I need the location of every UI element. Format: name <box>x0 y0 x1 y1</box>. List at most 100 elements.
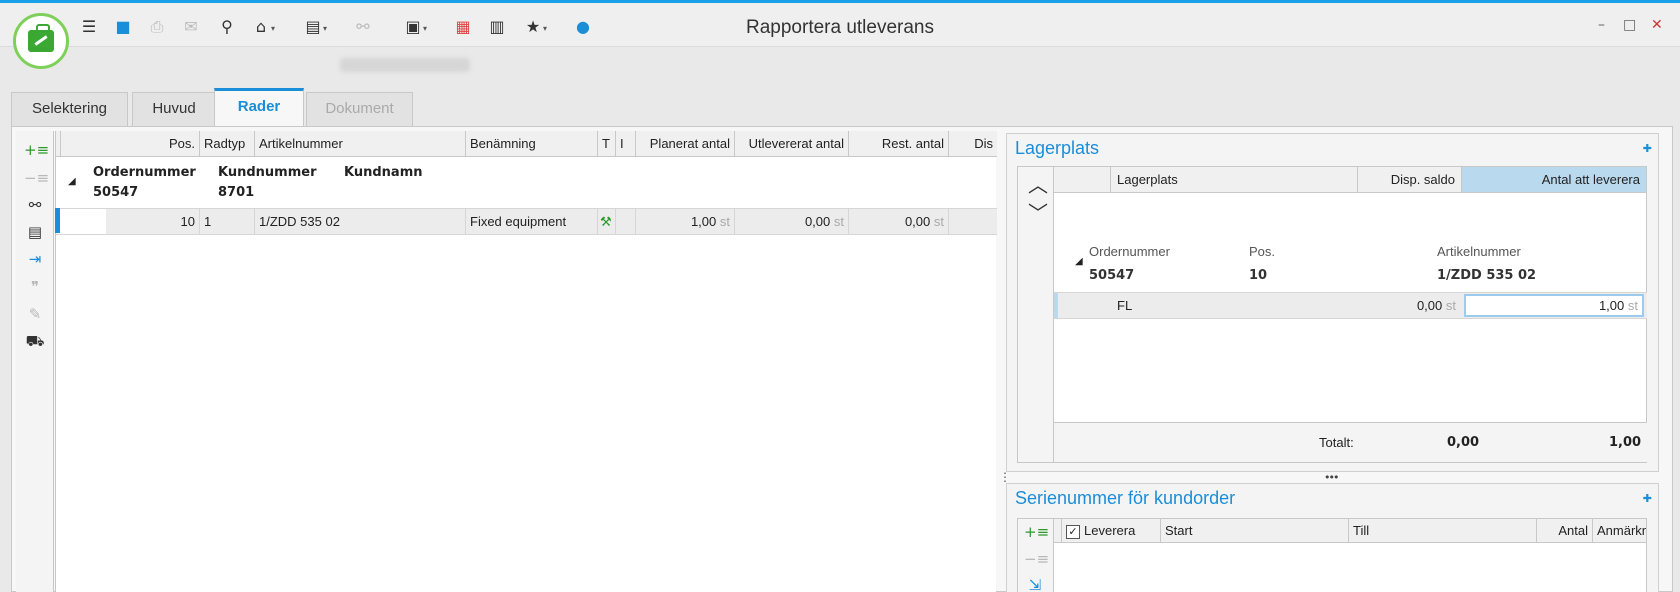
order-group-row[interactable]: ◢ Ordernummer 50547 Kundnummer 8701 Kund… <box>56 158 997 204</box>
quote-add-icon[interactable]: ❞ <box>24 276 46 298</box>
cell-utlevererat-antal[interactable]: 0,00 st <box>735 209 849 234</box>
antal-unit: st <box>1627 298 1638 313</box>
col-disp-saldo[interactable]: Disp. saldo <box>1358 167 1462 193</box>
lagerplats-totals: Totalt: 0,00 1,00 <box>1054 422 1647 462</box>
col-rest-antal[interactable]: Rest. antal <box>849 131 949 157</box>
planerat-value: 1,00 <box>690 214 717 229</box>
add-row-icon[interactable]: +≡ <box>24 139 49 161</box>
lg-ordernummer-value: 50547 <box>1089 268 1135 283</box>
tab-selektering[interactable]: Selektering <box>11 92 128 126</box>
lg-artikelnummer-label: Artikelnummer <box>1437 244 1521 259</box>
collapse-triangle-icon[interactable]: ◢ <box>68 176 76 187</box>
col-utlevererat-antal[interactable]: Utlevererat antal <box>735 131 849 157</box>
edit-pen-icon[interactable]: ✎ <box>24 303 46 325</box>
cell-artikelnummer[interactable]: 1/ZDD 535 02 <box>255 209 466 234</box>
disp-saldo-value: 0,00 <box>1416 298 1443 313</box>
pin-icon[interactable]: ✚ <box>1643 142 1652 155</box>
col-antal-att-leverera[interactable]: Antal att leverera <box>1462 167 1646 193</box>
equipment-icon[interactable]: ⚒ <box>598 209 616 234</box>
rest-value: 0,00 <box>904 214 931 229</box>
remove-row-icon[interactable]: −≡ <box>1024 548 1049 570</box>
cell-dis[interactable] <box>949 209 997 234</box>
cell-lagerplats[interactable]: FL <box>1111 293 1358 318</box>
serienummer-panel: Serienummer för kundorder ✚ +≡ −≡ ⇲ ✓ Lev… <box>1006 483 1659 592</box>
window-title: Rapportera utleverans <box>746 17 934 38</box>
col-i[interactable]: I <box>616 131 636 157</box>
lagerplats-grid: ︿ ﹀ Lagerplats Disp. saldo Antal att lev… <box>1017 166 1647 463</box>
cell-benamning[interactable]: Fixed equipment <box>466 209 598 234</box>
row-indent <box>56 209 106 234</box>
group-ordernummer-value: 50547 <box>93 185 139 200</box>
disp-saldo-unit: st <box>1445 298 1456 313</box>
copy-icon[interactable]: ▤ <box>24 221 46 243</box>
group-kundnamn-label: Kundnamn <box>344 165 423 180</box>
utlevererat-unit: st <box>833 214 844 229</box>
lagerplats-nav: ︿ ﹀ <box>1018 167 1054 462</box>
serienummer-grid: +≡ −≡ ⇲ ✓ Leverera Start Till Antal Anmär… <box>1017 518 1647 592</box>
vertical-splitter-handle[interactable]: ⋮ <box>999 470 1011 484</box>
col-leverera-label: Leverera <box>1084 523 1136 538</box>
col-t[interactable]: T <box>598 131 616 157</box>
col-antal[interactable]: Antal <box>1537 519 1593 543</box>
col-radtyp[interactable]: Radtyp <box>200 131 255 157</box>
col-planerat-antal[interactable]: Planerat antal <box>636 131 735 157</box>
chevron-up-icon[interactable]: ︿ <box>1026 173 1050 197</box>
remove-row-icon[interactable]: −≡ <box>24 167 49 189</box>
col-till[interactable]: Till <box>1349 519 1537 543</box>
antal-att-leverera-input[interactable]: 1,00 st <box>1464 294 1644 317</box>
move-icon[interactable]: ⇥ <box>24 248 46 270</box>
lg-ordernummer-label: Ordernummer <box>1089 244 1170 259</box>
col-start[interactable]: Start <box>1161 519 1349 543</box>
serienummer-toolbar: +≡ −≡ ⇲ <box>1018 519 1054 592</box>
col-leverera[interactable]: ✓ Leverera <box>1062 519 1161 543</box>
totals-label: Totalt: <box>1319 435 1354 450</box>
group-kundnummer-label: Kundnummer <box>218 165 317 180</box>
cell-radtyp[interactable]: 1 <box>200 209 255 234</box>
lg-pos-label: Pos. <box>1249 244 1276 259</box>
tab-dokument[interactable]: Dokument <box>306 92 413 126</box>
maximize-button[interactable]: □ <box>1623 17 1636 33</box>
leverera-checkbox[interactable]: ✓ <box>1066 524 1080 539</box>
lg-artikelnummer-value: 1/ZDD 535 02 <box>1437 268 1537 283</box>
col-anmarkning[interactable]: Anmärkn <box>1593 519 1646 543</box>
lg-pos-value: 10 <box>1249 268 1268 283</box>
group-ordernummer-label: Ordernummer <box>93 165 196 180</box>
antal-value: 1,00 <box>1598 298 1625 313</box>
lagerplats-row[interactable]: FL 0,00 st 1,00 st <box>1054 292 1647 319</box>
grid-header: Pos. Radtyp Artikelnummer Benämning T I … <box>56 131 997 157</box>
lagerplats-title: Lagerplats <box>1015 138 1100 158</box>
tab-rader[interactable]: Rader <box>214 88 304 126</box>
cell-rest-antal[interactable]: 0,00 st <box>849 209 949 234</box>
tab-huvud[interactable]: Huvud <box>132 92 216 126</box>
col-lagerplats[interactable]: Lagerplats <box>1111 167 1358 193</box>
truck-icon[interactable]: ⛟ <box>24 330 46 352</box>
order-rows-grid: Pos. Radtyp Artikelnummer Benämning T I … <box>55 131 997 592</box>
col-dis[interactable]: Dis <box>949 131 997 157</box>
add-row-icon[interactable]: +≡ <box>1024 521 1049 543</box>
app-logo-icon[interactable] <box>13 13 69 69</box>
col-pos[interactable]: Pos. <box>61 131 200 157</box>
collapse-triangle-icon[interactable]: ◢ <box>1075 256 1083 267</box>
minimize-button[interactable]: – <box>1598 17 1605 33</box>
col-artikelnummer[interactable]: Artikelnummer <box>255 131 466 157</box>
cell-pos[interactable]: 10 <box>106 209 200 234</box>
cell-disp-saldo[interactable]: 0,00 st <box>1358 293 1462 318</box>
table-row[interactable]: 10 1 1/ZDD 535 02 Fixed equipment ⚒ 1,00… <box>56 208 997 235</box>
planerat-unit: st <box>719 214 730 229</box>
cell-i[interactable] <box>616 209 636 234</box>
import-icon[interactable]: ⇲ <box>1024 574 1046 592</box>
close-button[interactable]: ✕ <box>1651 17 1663 33</box>
totals-disp-saldo: 0,00 <box>1447 435 1480 450</box>
row-selection-marker <box>55 208 60 233</box>
row-toolbar: +≡ −≡ ⚯ ▤ ⇥ ❞ ✎ ⛟ <box>16 131 54 592</box>
serienummer-title: Serienummer för kundorder <box>1015 488 1236 508</box>
col-benamning[interactable]: Benämning <box>466 131 598 157</box>
link-icon[interactable]: ⚯ <box>24 194 46 216</box>
col-spacer <box>1054 167 1111 193</box>
cell-planerat-antal[interactable]: 1,00 st <box>636 209 735 234</box>
title-bar: ☰ ■ ⎙ ✉ ⚲ ⌂ ▾ ▤ ▾ ⚯ ▣ ▾ ▦ ▥ ★ ▾ ● Rapportera… <box>0 3 1680 47</box>
chevron-down-icon[interactable]: ﹀ <box>1026 201 1050 225</box>
pin-icon[interactable]: ✚ <box>1643 492 1652 505</box>
lagerplats-panel: Lagerplats ✚ ︿ ﹀ Lagerplats Disp. saldo … <box>1006 133 1659 472</box>
col-spacer <box>1054 519 1062 543</box>
